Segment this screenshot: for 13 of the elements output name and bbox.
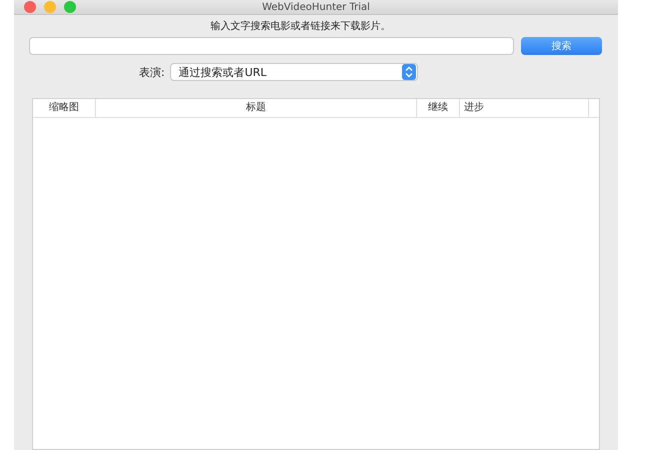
column-header[interactable]: 继续 (417, 99, 460, 117)
mode-popup[interactable]: 通过搜索或者URL (170, 63, 418, 81)
instruction-text: 输入文字搜索电影或者链接来下载影片。 (210, 20, 392, 33)
column-header[interactable]: 标题 (96, 99, 417, 117)
zoom-icon[interactable] (64, 1, 76, 13)
search-field[interactable] (29, 37, 514, 55)
column-header[interactable]: 缩略图 (33, 99, 96, 117)
updown-arrows-icon (402, 64, 416, 80)
minimize-icon[interactable] (44, 1, 56, 13)
column-header[interactable]: 进步 (460, 99, 589, 117)
mode-label: 表演: (139, 64, 165, 80)
window-title: WebVideoHunter Trial (262, 0, 370, 14)
close-icon[interactable] (24, 1, 36, 13)
